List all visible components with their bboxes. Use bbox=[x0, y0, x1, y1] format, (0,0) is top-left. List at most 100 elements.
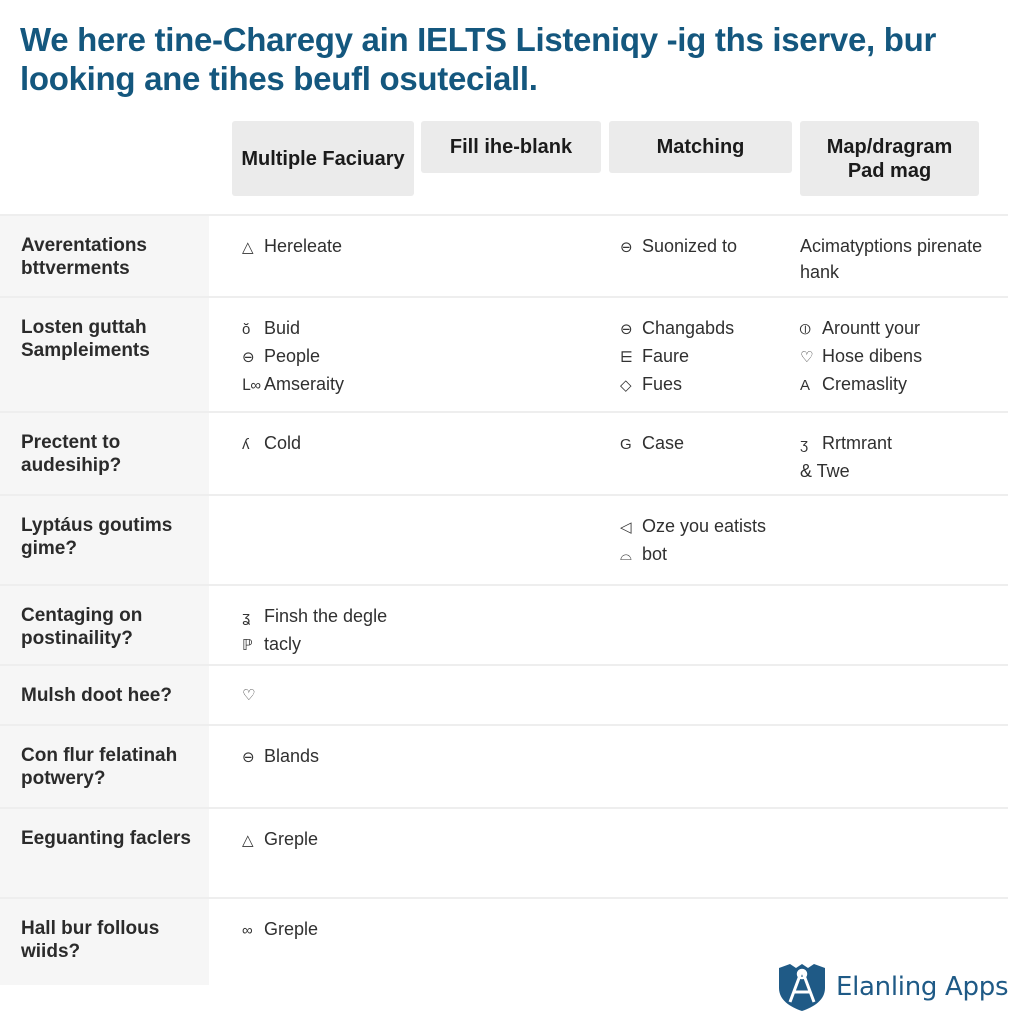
cell-item[interactable]: ʓ Finsh the degle bbox=[242, 603, 602, 631]
cell-item-text: Case bbox=[642, 433, 685, 453]
column-header-map-diagram[interactable]: Map/dragram Pad mag bbox=[800, 121, 979, 196]
column-header-matching[interactable]: Matching bbox=[609, 121, 792, 173]
row-label: Losten guttah Sampleiments bbox=[0, 298, 209, 411]
cell-item[interactable]: ⋿ Faure bbox=[620, 343, 795, 371]
cell-item[interactable]: ◁ Oze you eatists bbox=[620, 513, 795, 541]
table-cell: ⦶ Arountt your ♡ Hose dibens A Cremaslity bbox=[800, 315, 1005, 399]
cell-item[interactable]: ⊖ Blands bbox=[242, 743, 602, 771]
row-label: Centaging on postinaility? bbox=[0, 586, 209, 664]
cell-item-text: People bbox=[264, 346, 321, 366]
glyph-icon: ʒ bbox=[800, 436, 809, 453]
table-cell: △ Hereleate bbox=[242, 233, 602, 261]
cell-item[interactable]: ◇ Fues bbox=[620, 371, 795, 399]
table-cell: ⊖ Blands bbox=[242, 743, 602, 771]
cell-item-text: tacly bbox=[264, 634, 302, 654]
column-header-multiple-choice[interactable]: Multiple Faciuary bbox=[232, 121, 414, 196]
cell-item-text: Acimatyptions pirenate hank bbox=[800, 236, 983, 282]
glyph-icon: ⌓ bbox=[620, 547, 632, 564]
row-label: Averentations bttverments bbox=[0, 216, 209, 296]
table-row: Eeguanting faclers △ Greple bbox=[0, 807, 1008, 897]
cell-item-text: Amseraity bbox=[264, 374, 345, 394]
cell-item[interactable]: ʎ Cold bbox=[242, 430, 602, 458]
glyph-icon: ʓ bbox=[242, 609, 251, 626]
table-cell: ⊖ Suonized to bbox=[620, 233, 795, 261]
cell-item[interactable]: A Cremaslity bbox=[800, 371, 1005, 399]
flag-icon: ◁ bbox=[620, 519, 632, 536]
spiral-icon: G bbox=[620, 436, 632, 453]
column-header-fill-blank[interactable]: Fill ihe-blank bbox=[421, 121, 601, 173]
cell-item[interactable]: ŏ Buid bbox=[242, 315, 602, 343]
cell-item-text: Greple bbox=[264, 919, 319, 939]
loop-icon: ∞ bbox=[242, 922, 253, 939]
loop-icon: ᒪ∞ bbox=[242, 377, 262, 394]
cell-item[interactable]: ⊖ Changabds bbox=[620, 315, 795, 343]
table-cell: △ Greple bbox=[242, 826, 602, 854]
cell-item[interactable]: & Twe bbox=[800, 458, 1005, 484]
table-row: Prectent to audesihip? ʎ Cold G Case ʒ Rrtmran… bbox=[0, 411, 1008, 494]
column-header-row: Multiple Faciuary Fill ihe-blank Matchin… bbox=[0, 121, 1024, 201]
glyph-icon: ʎ bbox=[242, 436, 250, 453]
cell-item-text: Hereleate bbox=[264, 236, 343, 256]
table-cell: ◁ Oze you eatists ⌓ bot bbox=[620, 513, 795, 569]
table-row: Mulsh doot hee? ♡ bbox=[0, 664, 1008, 724]
cell-item-text: Changabds bbox=[642, 318, 735, 338]
cell-item-text: Hose dibens bbox=[822, 346, 923, 366]
table-cell: ♡ bbox=[242, 683, 602, 709]
row-label: Mulsh doot hee? bbox=[0, 666, 209, 724]
cell-item-text: Greple bbox=[264, 829, 319, 849]
cell-item[interactable]: ℙtacly bbox=[242, 631, 602, 659]
cell-item[interactable]: ⌓ bot bbox=[620, 541, 795, 569]
cell-item-text: Cold bbox=[264, 433, 302, 453]
circle-icon: ⦶ bbox=[800, 321, 811, 338]
heart-icon: ♡ bbox=[242, 687, 256, 704]
brand-logo: Elanling Apps bbox=[776, 962, 1009, 1012]
triangle-icon: △ bbox=[242, 239, 254, 256]
circle-icon: ⊖ bbox=[242, 749, 255, 766]
cell-item[interactable]: ♡ bbox=[242, 683, 602, 709]
table-row: Losten guttah Sampleiments ŏ Buid ⊖ People ᒪ∞… bbox=[0, 296, 1008, 411]
cell-item[interactable]: ⊖ Suonized to bbox=[620, 233, 795, 261]
cell-item[interactable]: ʒ Rrtmrant bbox=[800, 430, 1005, 458]
letter-icon: A bbox=[800, 377, 811, 394]
row-label: Eeguanting faclers bbox=[0, 809, 209, 897]
cell-item[interactable]: △ Hereleate bbox=[242, 233, 602, 261]
table-row: Con flur felatinah potwery? ⊖ Blands bbox=[0, 724, 1008, 807]
table-row: Centaging on postinaility? ʓ Finsh the deg… bbox=[0, 584, 1008, 664]
table-cell: ʎ Cold bbox=[242, 430, 602, 458]
row-label: Hall bur follous wiids? bbox=[0, 899, 209, 985]
cell-item-text: Blands bbox=[264, 746, 320, 766]
cell-item[interactable]: ∞ Greple bbox=[242, 916, 602, 944]
glyph-icon: ⋿ bbox=[620, 349, 634, 366]
circle-icon: ⊖ bbox=[242, 349, 255, 366]
glyph-icon: ŏ bbox=[242, 321, 251, 338]
heart-icon: ♡ bbox=[800, 349, 814, 366]
table-cell: ŏ Buid ⊖ People ᒪ∞ Amseraity bbox=[242, 315, 602, 399]
table-cell: ʒ Rrtmrant & Twe bbox=[800, 430, 1005, 484]
brand-name: Elanling Apps bbox=[836, 972, 1009, 1002]
circle-icon: ⊖ bbox=[620, 321, 633, 338]
cell-item-text: Oze you eatists bbox=[642, 516, 767, 536]
cell-item-text: Faure bbox=[642, 346, 690, 366]
row-label: Prectent to audesihip? bbox=[0, 413, 209, 494]
pin-icon: ℙ bbox=[242, 637, 253, 654]
cell-item[interactable]: Acimatyptions pirenate hank bbox=[800, 233, 1005, 285]
cell-item[interactable]: ♡ Hose dibens bbox=[800, 343, 1005, 371]
page-title: We here tine-Charegy ain IELTS Listeniqy… bbox=[20, 21, 936, 97]
shield-icon bbox=[779, 964, 825, 1011]
cell-item-text: Arountt your bbox=[822, 318, 921, 338]
cell-item[interactable]: ⊖ People bbox=[242, 343, 602, 371]
table-cell: ⊖ Changabds ⋿ Faure ◇ Fues bbox=[620, 315, 795, 399]
comparison-table: Averentations bttverments △ Hereleate ⊖ Suon… bbox=[0, 214, 1008, 985]
cell-item[interactable]: G Case bbox=[620, 430, 795, 458]
cell-item-text: Buid bbox=[264, 318, 301, 338]
circle-icon: ⊖ bbox=[620, 239, 633, 256]
cell-item[interactable]: ᒪ∞ Amseraity bbox=[242, 371, 602, 399]
table-cell: G Case bbox=[620, 430, 795, 458]
row-label: Con flur felatinah potwery? bbox=[0, 726, 209, 807]
cell-item-text: Cremaslity bbox=[822, 374, 908, 394]
cell-item[interactable]: ⦶ Arountt your bbox=[800, 315, 1005, 343]
cell-item-text: & Twe bbox=[800, 461, 850, 481]
cell-item[interactable]: △ Greple bbox=[242, 826, 602, 854]
triangle-icon: △ bbox=[242, 832, 254, 849]
row-label: Lyptáus goutims gime? bbox=[0, 496, 209, 584]
